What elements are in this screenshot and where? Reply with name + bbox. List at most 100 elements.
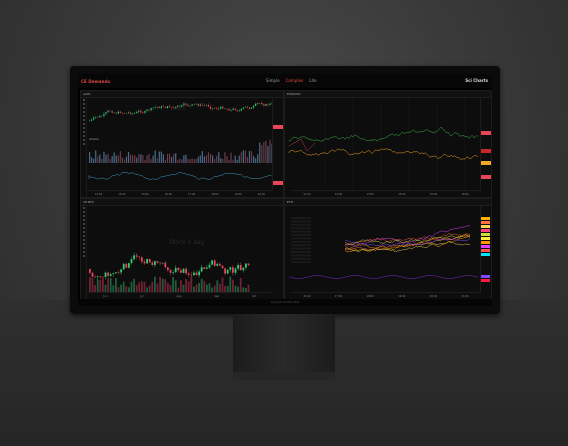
volume-bar: [183, 155, 185, 163]
volume-bar: [187, 159, 189, 163]
volume-bar: [168, 153, 171, 163]
volume-bar: [101, 158, 103, 163]
candle: [214, 106, 216, 110]
candle: [267, 102, 269, 107]
time-tick: 19:00: [398, 294, 406, 298]
indicator-line: [288, 275, 479, 279]
line-chart: [288, 99, 479, 189]
order-book-row: [291, 223, 311, 226]
candle: [193, 103, 195, 106]
candle: [234, 267, 237, 276]
price-tag: [481, 131, 491, 135]
candle: [133, 252, 135, 261]
time-tick: 18:00: [211, 192, 219, 196]
volume-bar: [96, 279, 99, 292]
volume-bar: [156, 283, 159, 292]
candle: [89, 268, 91, 275]
volume-bar: [172, 276, 174, 292]
candle: [246, 105, 249, 109]
candle: [224, 267, 226, 276]
candle: [93, 115, 95, 121]
panel-bottom-left: 1H BTC Stock 1 day Jun Jul Aug Sep Oct: [80, 198, 284, 300]
candle: [121, 112, 123, 115]
candle: [203, 102, 205, 107]
volume-bar: [205, 155, 208, 163]
candle: [91, 271, 94, 277]
volume-bar: [185, 154, 187, 163]
candle: [255, 102, 257, 107]
time-axis: 11:00 12:00 13:00 14:00 15:00 16:00: [291, 190, 481, 197]
candle: [212, 108, 214, 111]
candle: [160, 105, 162, 110]
brand-right[interactable]: Sci Charts: [465, 78, 488, 83]
sub-pane-label: Volume: [89, 138, 99, 141]
volume-bar: [248, 150, 251, 163]
legend-chip: [481, 233, 490, 236]
volume-bar: [206, 284, 208, 292]
order-book-row: [291, 230, 311, 233]
volume-bar: [203, 156, 205, 163]
volume-bar: [91, 157, 93, 163]
time-tick: Sep: [214, 294, 220, 298]
volume-bar: [174, 280, 177, 292]
candle: [136, 110, 138, 114]
time-tick: 19:00: [234, 192, 242, 196]
candle: [164, 260, 167, 269]
legend-chip: [481, 279, 490, 282]
candle: [199, 102, 201, 108]
candle: [226, 269, 229, 275]
candle: [242, 106, 244, 110]
time-tick: 17:00: [188, 192, 196, 196]
volume-bar: [111, 156, 113, 163]
volume-bar: [220, 157, 222, 163]
volume-bar: [148, 153, 150, 163]
volume-bar: [218, 152, 220, 163]
volume-bar: [123, 159, 126, 163]
app-logo[interactable]: CE Demands: [81, 79, 110, 84]
candle: [185, 266, 187, 276]
nav-simple[interactable]: Simple: [266, 78, 280, 83]
legend-chip: [481, 249, 490, 252]
volume-bar: [104, 284, 107, 292]
volume-bar: [162, 154, 164, 163]
nav-complex[interactable]: Complex: [286, 78, 304, 83]
nav-lite[interactable]: Lite: [309, 78, 316, 83]
candle: [167, 267, 169, 273]
top-nav: Simple Complex Lite: [266, 78, 317, 83]
price-tag: [481, 149, 491, 153]
volume-bar: [142, 155, 144, 163]
volume-bar: [179, 158, 181, 163]
candle: [97, 116, 99, 119]
volume-bar: [167, 283, 169, 292]
volume-bar: [158, 151, 160, 163]
volume-bar: [109, 278, 112, 292]
candle: [95, 116, 97, 120]
candle: [96, 275, 99, 280]
volume-bar: [112, 285, 115, 292]
order-book-row: [291, 234, 311, 236]
volume-bar: [182, 284, 185, 292]
volume-bar: [125, 156, 128, 163]
candle: [120, 268, 122, 275]
time-axis: 13:00 14:00 15:00 16:00 17:00 18:00 19:00 20:00: [87, 190, 273, 197]
volume-bar: [107, 278, 109, 292]
volume-bar: [97, 156, 99, 163]
candle: [125, 262, 128, 269]
volume-bar: [193, 158, 195, 163]
order-book-row: [291, 257, 311, 260]
volume-bar: [107, 153, 109, 163]
candle: [128, 262, 130, 269]
volume-bar: [152, 155, 154, 163]
time-tick: 15:00: [141, 192, 149, 196]
volume-bar: [160, 151, 162, 163]
volume-bar: [177, 159, 179, 163]
volume-bar: [93, 158, 95, 163]
volume-bar: [214, 158, 216, 163]
volume-bar: [236, 159, 238, 163]
candle: [207, 103, 210, 108]
candle: [248, 107, 251, 110]
volume-bar: [209, 153, 212, 163]
candle: [159, 262, 161, 266]
volume-bar: [166, 153, 169, 163]
volume-bar: [224, 152, 226, 163]
